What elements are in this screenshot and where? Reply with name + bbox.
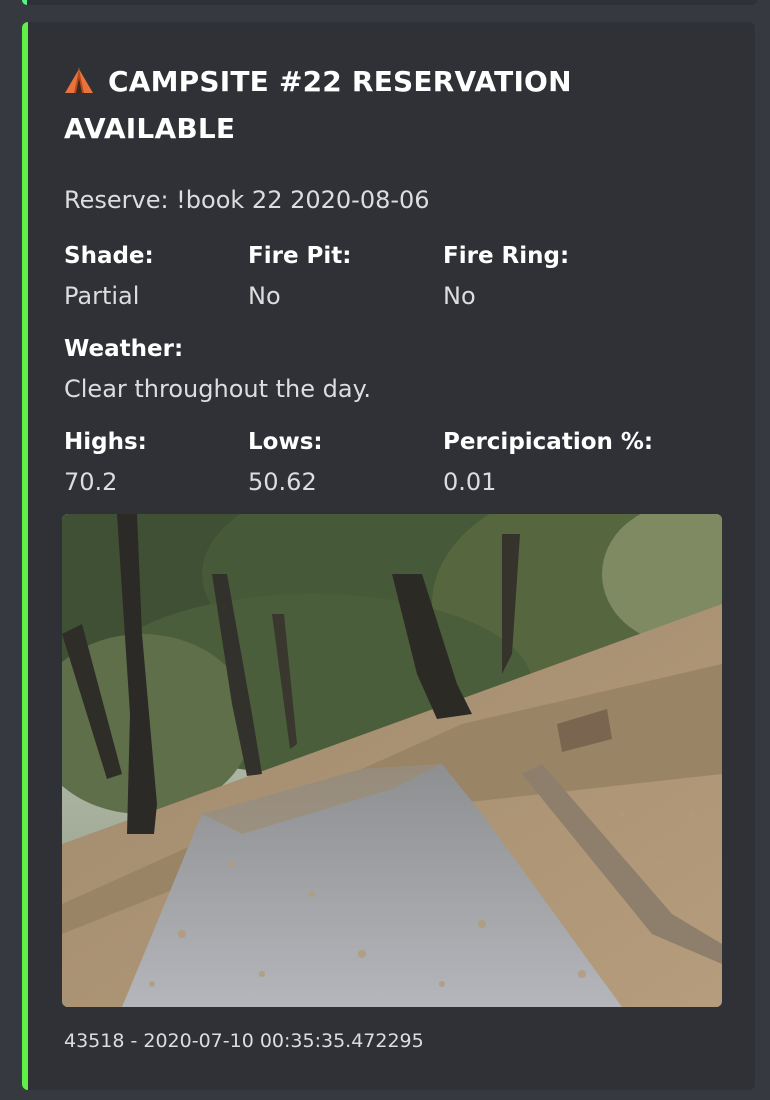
field-lows: Lows: 50.62: [248, 426, 323, 498]
field-value: No: [248, 282, 281, 310]
embed-footer: 43518 - 2020-07-10 00:35:35.472295: [64, 1030, 424, 1052]
field-highs: Highs: 70.2: [64, 426, 147, 498]
field-fire-pit: Fire Pit: No: [248, 240, 351, 312]
field-name: Fire Pit:: [248, 243, 352, 269]
field-value: No: [443, 282, 476, 310]
field-name: Lows:: [248, 429, 323, 455]
campsite-embed: CAMPSITE #22 RESERVATION AVAILABLE Reser…: [22, 22, 755, 1090]
field-name: Shade:: [64, 243, 154, 269]
field-value: 70.2: [64, 468, 118, 496]
previous-embed: [22, 0, 757, 5]
embed-description: Reserve: !book 22 2020-08-06: [64, 186, 430, 214]
tent-icon: [64, 63, 94, 107]
field-name: Percipication %:: [443, 429, 654, 455]
field-shade: Shade: Partial: [64, 240, 154, 312]
campsite-road-photo[interactable]: [62, 514, 722, 1007]
embed-title-text: CAMPSITE #22 RESERVATION AVAILABLE: [64, 65, 572, 145]
field-weather: Weather: Clear throughout the day.: [64, 333, 371, 405]
field-precipitation: Percipication %: 0.01: [443, 426, 653, 498]
field-fire-ring: Fire Ring: No: [443, 240, 569, 312]
field-value: Clear throughout the day.: [64, 375, 371, 403]
field-value: 0.01: [443, 468, 497, 496]
field-name: Weather:: [64, 336, 184, 362]
field-name: Fire Ring:: [443, 243, 570, 269]
field-name: Highs:: [64, 429, 147, 455]
field-value: Partial: [64, 282, 140, 310]
embed-title: CAMPSITE #22 RESERVATION AVAILABLE: [64, 60, 624, 151]
field-value: 50.62: [248, 468, 317, 496]
